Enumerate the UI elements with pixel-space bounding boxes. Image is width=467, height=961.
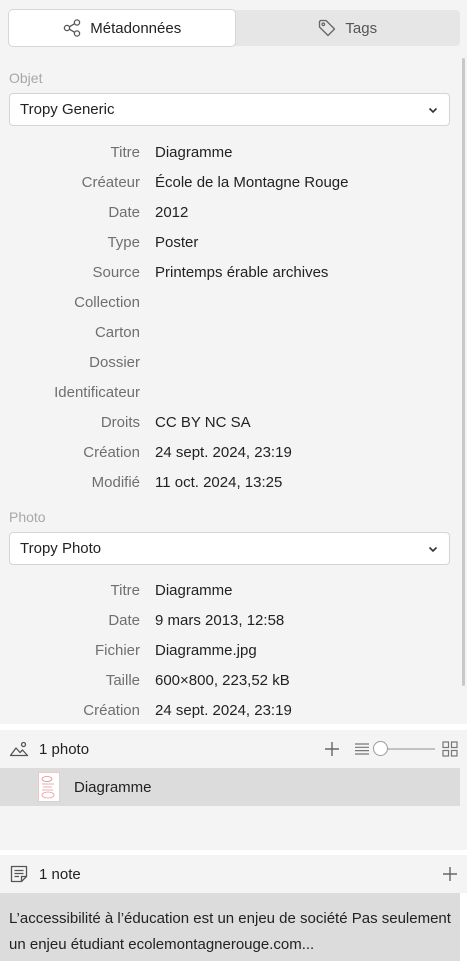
field-collection[interactable]: Collection — [0, 287, 467, 317]
tab-metadata-label: Métadonnées — [90, 19, 182, 37]
zoom-slider-handle[interactable] — [373, 741, 388, 756]
tab-tags-label: Tags — [345, 19, 378, 37]
field-identifier[interactable]: Identificateur — [0, 377, 467, 407]
photo-thumbnail — [38, 772, 60, 802]
field-label: Dossier — [89, 353, 140, 371]
note-icon — [10, 865, 28, 883]
field-value[interactable]: École de la Montagne Rouge — [155, 174, 348, 191]
field-value: 600×800, 223,52 kB — [155, 671, 290, 689]
photos-list: Diagramme — [0, 768, 467, 850]
field-label: Modifié — [91, 473, 140, 491]
field-label: Création — [83, 443, 140, 461]
grid-view-icon[interactable] — [442, 741, 458, 757]
photo-icon — [9, 741, 29, 757]
field-label: Droits — [100, 413, 140, 431]
field-folder[interactable]: Dossier — [0, 347, 467, 377]
field-source[interactable]: Source Printemps érable archives — [0, 257, 467, 287]
photo-list-item[interactable]: Diagramme — [0, 768, 460, 806]
field-value[interactable]: 9 mars 2013, 12:58 — [155, 612, 284, 629]
field-label: Carton — [94, 323, 140, 341]
chevron-down-icon — [428, 107, 438, 114]
field-title[interactable]: Titre Diagramme — [0, 137, 467, 167]
notes-panel-header: 1 note — [0, 855, 467, 893]
plus-icon[interactable] — [324, 741, 340, 757]
field-date[interactable]: Date 2012 — [0, 197, 467, 227]
field-label: Type — [107, 233, 140, 251]
field-value[interactable]: Diagramme — [155, 144, 233, 161]
chevron-down-icon — [428, 546, 438, 553]
notes-count: 1 note — [39, 865, 81, 883]
field-type[interactable]: Type Poster — [0, 227, 467, 257]
field-label: Fichier — [94, 641, 140, 659]
field-modified: Modifié 11 oct. 2024, 13:25 — [0, 467, 467, 497]
tab-metadata[interactable]: Métadonnées — [9, 10, 235, 46]
field-box[interactable]: Carton — [0, 317, 467, 347]
object-section-label: Objet — [9, 70, 43, 86]
list-view-icon[interactable] — [354, 742, 370, 756]
photo-template-select[interactable]: Tropy Photo — [9, 532, 450, 565]
field-label: Source — [92, 263, 140, 281]
field-label: Création — [83, 701, 140, 719]
field-label: Date — [108, 203, 140, 221]
object-template-value: Tropy Generic — [20, 101, 115, 118]
photo-field-title[interactable]: Titre Diagramme — [0, 575, 467, 605]
note-text: L’accessibilité à l’éducation est un enj… — [9, 910, 451, 953]
field-label: Collection — [74, 293, 140, 311]
tab-tags[interactable]: Tags — [235, 10, 461, 46]
tag-icon — [319, 19, 336, 37]
field-value[interactable]: CC BY NC SA — [155, 414, 251, 431]
photo-field-date[interactable]: Date 9 mars 2013, 12:58 — [0, 605, 467, 635]
plus-icon[interactable] — [442, 866, 458, 882]
photo-field-size: Taille 600×800, 223,52 kB — [0, 665, 467, 695]
field-label: Identificateur — [54, 383, 140, 401]
field-creator[interactable]: Créateur École de la Montagne Rouge — [0, 167, 467, 197]
field-value: 24 sept. 2024, 23:19 — [155, 443, 292, 461]
field-value[interactable]: Diagramme — [155, 582, 233, 599]
thumbnail-image — [41, 776, 55, 799]
field-value: Diagramme.jpg — [155, 641, 257, 659]
metadata-panel: Métadonnées Tags Objet Tropy Generic Tit… — [0, 0, 467, 724]
field-created: Création 24 sept. 2024, 23:19 — [0, 437, 467, 467]
photo-section-label: Photo — [9, 509, 46, 525]
field-value[interactable]: 2012 — [155, 204, 188, 221]
field-rights[interactable]: Droits CC BY NC SA — [0, 407, 467, 437]
field-label: Créateur — [81, 173, 140, 191]
field-label: Titre — [110, 143, 140, 161]
field-value[interactable]: Printemps érable archives — [155, 264, 328, 281]
photo-template-value: Tropy Photo — [20, 540, 102, 557]
share-nodes-icon — [64, 19, 81, 37]
photo-field-created: Création 24 sept. 2024, 23:19 — [0, 695, 467, 724]
field-value[interactable]: Poster — [155, 234, 198, 251]
photos-count: 1 photo — [39, 740, 90, 758]
object-template-select[interactable]: Tropy Generic — [9, 93, 450, 126]
field-value: 24 sept. 2024, 23:19 — [155, 701, 292, 719]
field-label: Taille — [105, 671, 140, 689]
photo-field-file: Fichier Diagramme.jpg — [0, 635, 467, 665]
panel-tabs: Métadonnées Tags — [9, 10, 460, 46]
field-value: 11 oct. 2024, 13:25 — [155, 473, 283, 491]
field-label: Date — [108, 611, 140, 629]
field-label: Titre — [110, 581, 140, 599]
note-list-item[interactable]: L’accessibilité à l’éducation est un enj… — [0, 893, 460, 961]
photo-name: Diagramme — [74, 778, 152, 796]
